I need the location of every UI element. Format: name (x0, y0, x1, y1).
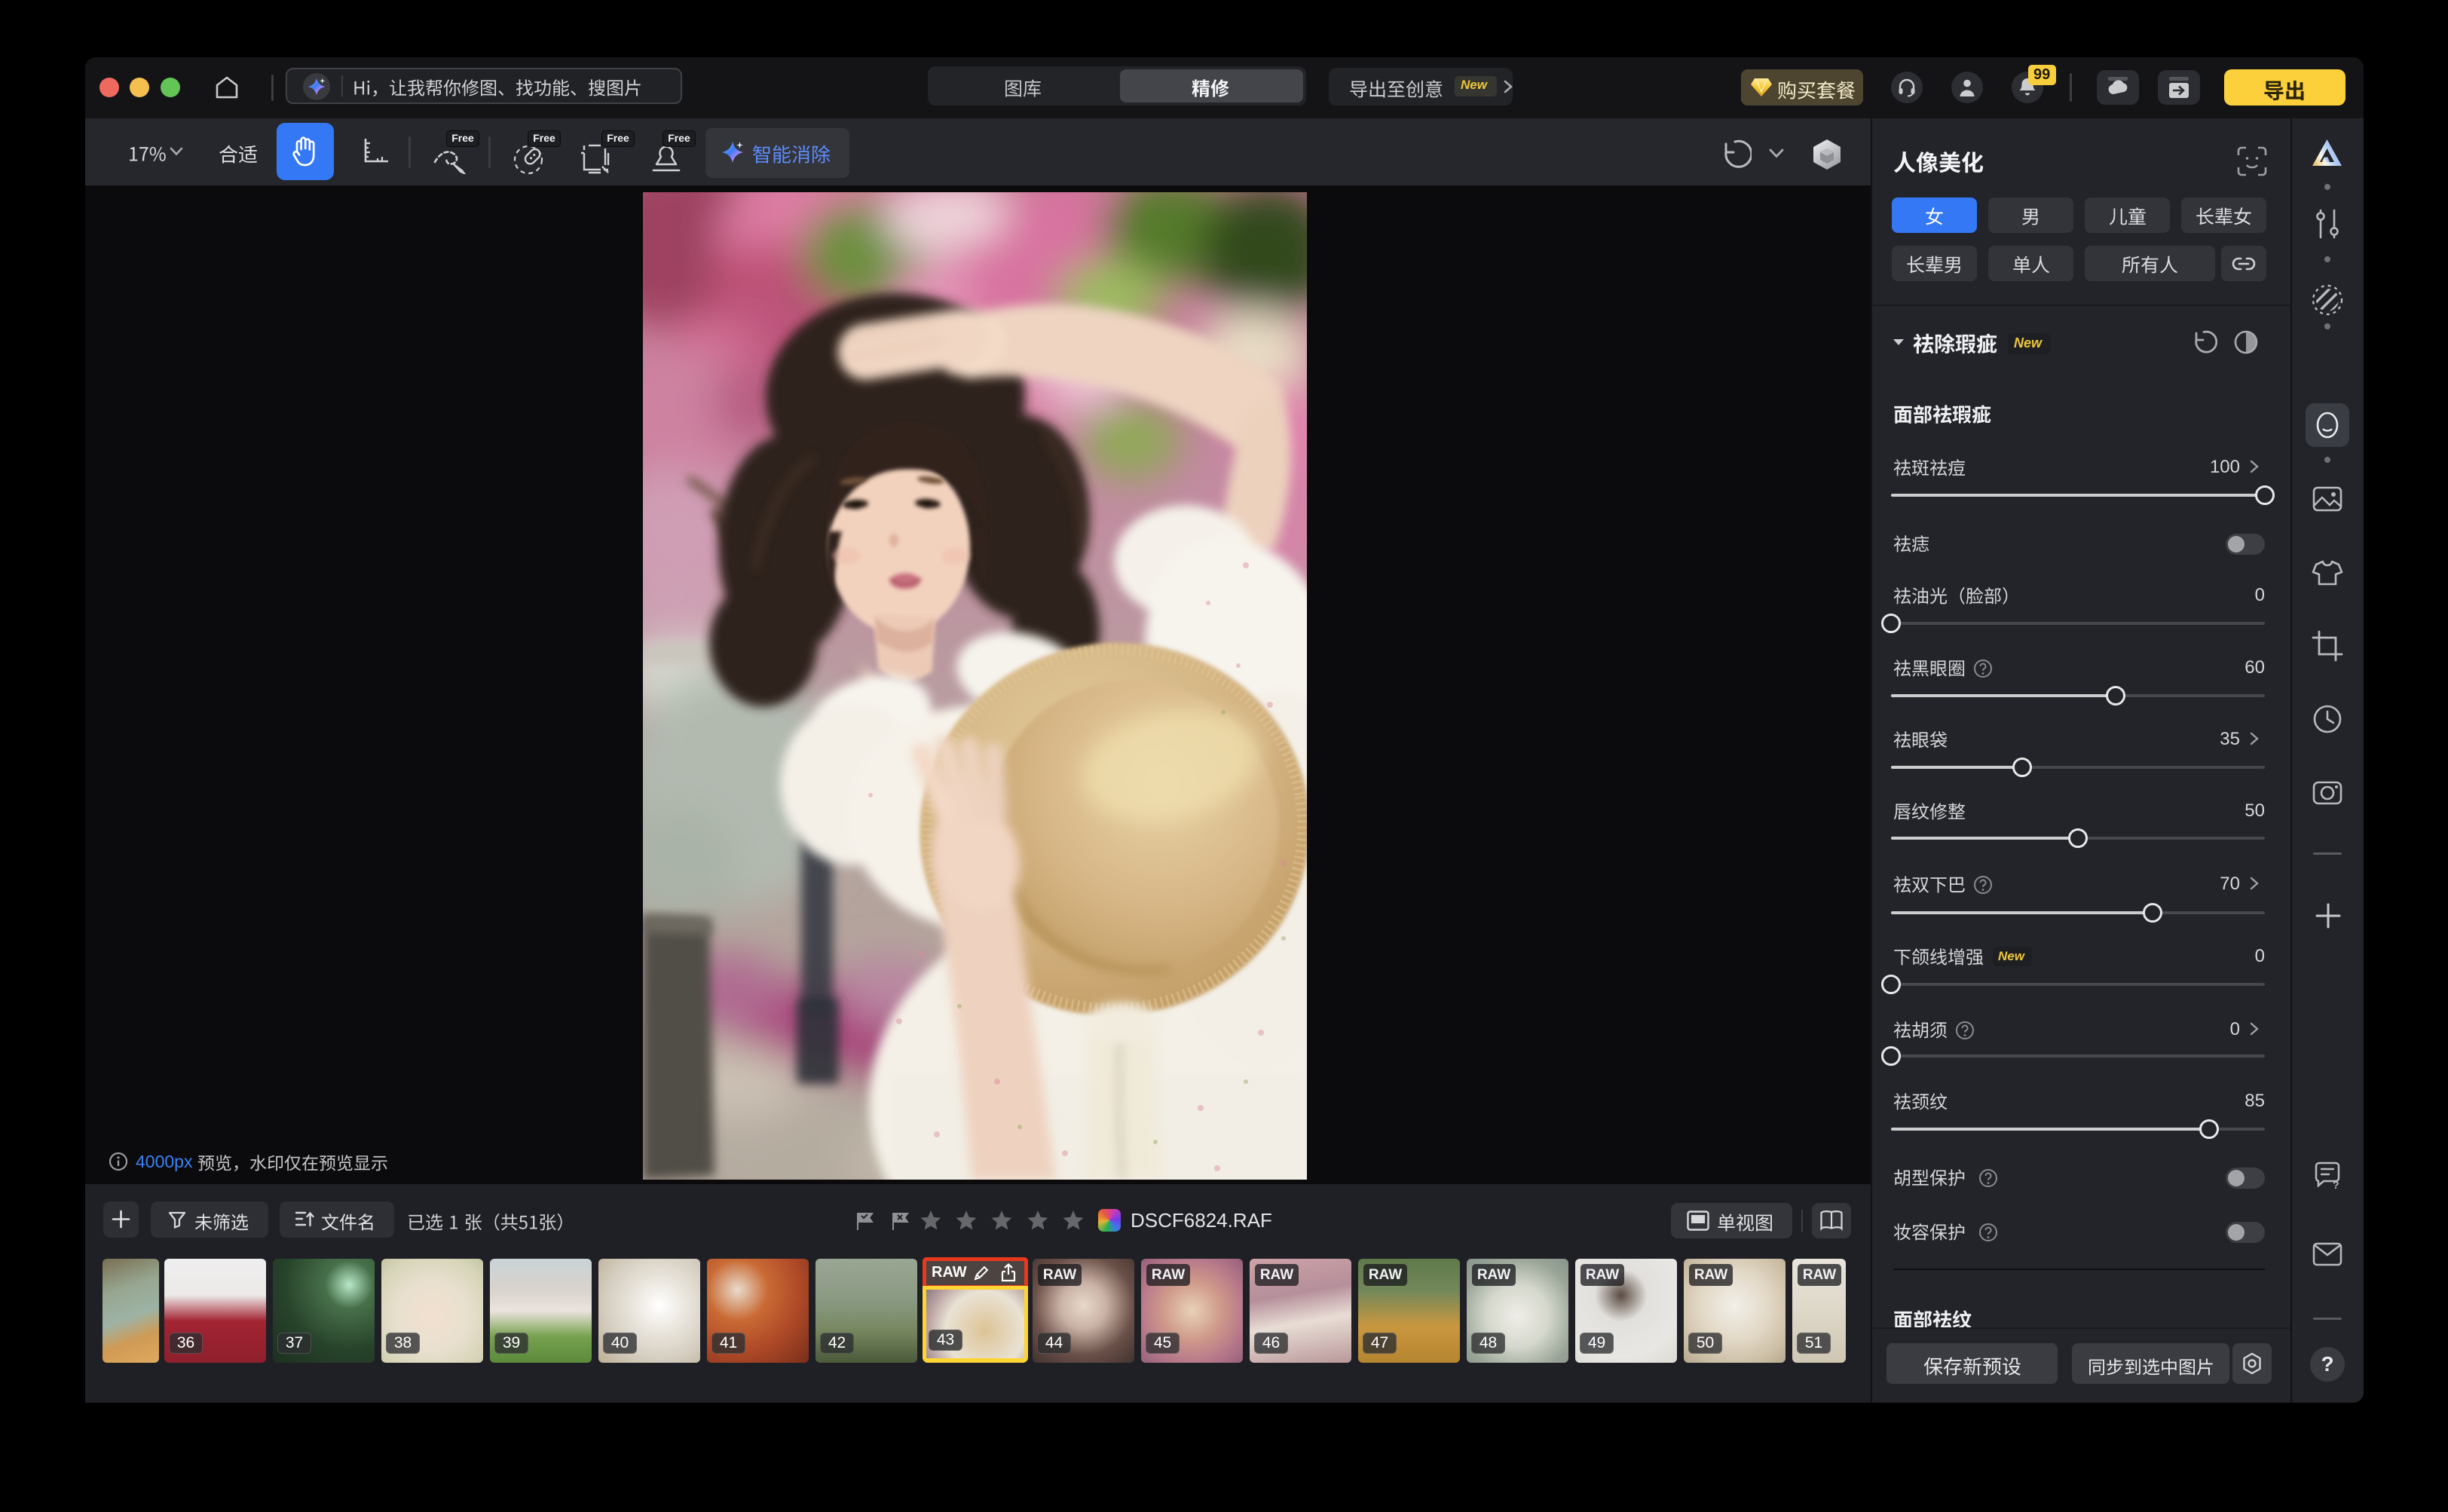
svg-text:?: ? (2333, 1179, 2339, 1190)
